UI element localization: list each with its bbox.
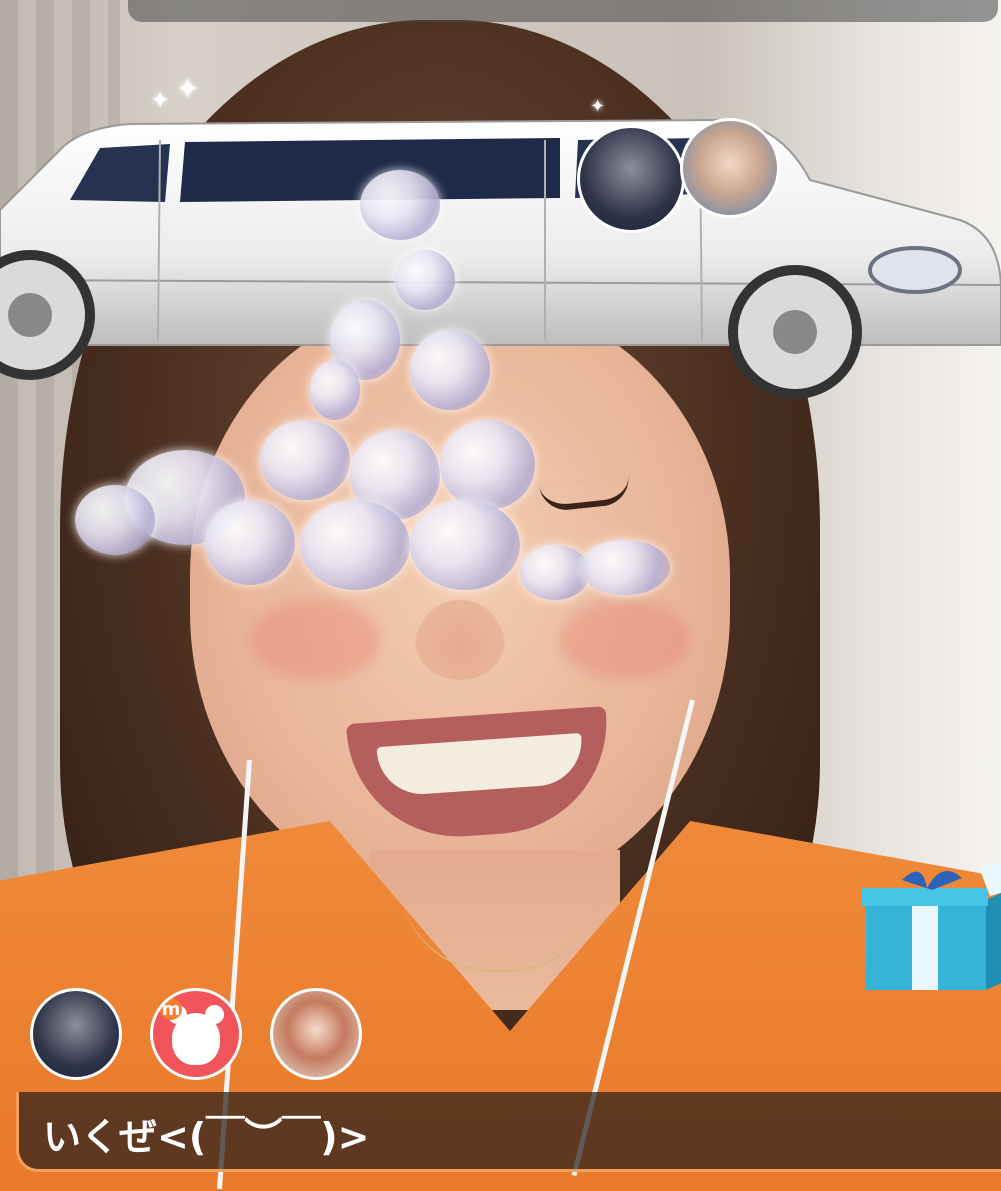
viewer-avatar-3[interactable]: [270, 988, 362, 1080]
live-stream-view: ✦ ✦ ✦ ✦: [0, 0, 1001, 1191]
top-viewer-avatar-1[interactable]: [577, 125, 685, 233]
comment-text: いくぜ<(￣︶￣)>: [43, 1115, 370, 1159]
app-logo-badge: m: [159, 997, 183, 1021]
viewer-avatar-2[interactable]: m: [150, 988, 242, 1080]
viewer-avatar-1[interactable]: [30, 988, 122, 1080]
girl-photo-icon: [273, 991, 359, 1077]
comment-message: いくぜ<(￣︶￣)>: [16, 1092, 1001, 1172]
cheek-left: [250, 600, 380, 680]
cheek-right: [560, 600, 690, 680]
anime-character-icon: [580, 128, 682, 230]
sparkle-icon: ✦: [150, 86, 171, 114]
nose: [415, 600, 505, 680]
sparkle-icon: ✦: [175, 72, 201, 107]
streamer-photo-icon: [683, 121, 777, 215]
bear-mascot-icon: [171, 1013, 221, 1065]
top-viewer-avatar-2[interactable]: [680, 118, 780, 218]
top-status-bar[interactable]: [128, 0, 998, 22]
limousine-gift-effect: [0, 110, 1001, 410]
gift-box-button[interactable]: [862, 860, 1001, 1000]
anime-character-icon: [33, 991, 119, 1077]
